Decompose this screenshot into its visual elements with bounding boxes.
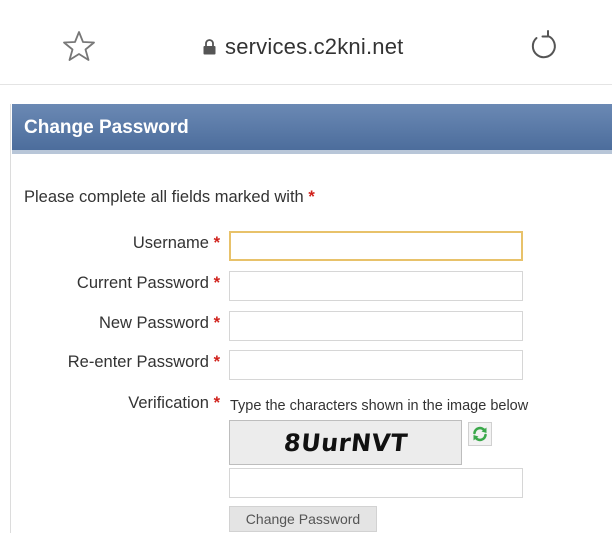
required-marker: *	[213, 314, 220, 332]
captcha-refresh-button[interactable]	[468, 422, 492, 446]
verification-label: Verification *	[128, 394, 220, 413]
page-divider	[10, 104, 11, 533]
reload-icon[interactable]	[527, 28, 559, 62]
browser-address-bar: services.c2kni.net	[0, 0, 612, 85]
current-password-label: Current Password *	[77, 274, 220, 293]
instructions-text: Please complete all fields marked with	[24, 188, 304, 206]
captcha-text: 8UurNVT	[282, 428, 409, 457]
username-label-text: Username	[132, 234, 209, 252]
required-marker: *	[213, 353, 220, 371]
url-display[interactable]: services.c2kni.net	[203, 32, 403, 62]
reenter-password-label: Re-enter Password *	[68, 353, 220, 372]
page-header: Change Password	[12, 104, 612, 154]
new-password-label: New Password *	[99, 314, 220, 333]
form-instructions: Please complete all fields marked with *	[24, 188, 315, 207]
lock-icon	[203, 39, 216, 55]
username-input[interactable]	[229, 231, 523, 261]
current-password-label-text: Current Password	[76, 274, 209, 292]
url-text: services.c2kni.net	[225, 34, 404, 59]
username-label: Username *	[133, 234, 220, 253]
required-marker: *	[213, 274, 220, 292]
refresh-icon	[473, 426, 487, 442]
captcha-image: 8UurNVT	[229, 420, 462, 465]
reenter-password-input[interactable]	[229, 350, 523, 380]
change-password-button[interactable]: Change Password	[229, 506, 377, 532]
new-password-input[interactable]	[229, 311, 523, 341]
star-icon[interactable]	[62, 29, 96, 63]
verification-label-text: Verification	[128, 394, 209, 412]
required-marker: *	[213, 394, 220, 412]
current-password-input[interactable]	[229, 271, 523, 301]
required-marker: *	[308, 188, 315, 206]
page-title: Change Password	[24, 117, 189, 138]
new-password-label-text: New Password	[98, 314, 209, 332]
reenter-password-label-text: Re-enter Password	[67, 353, 209, 371]
verification-input[interactable]	[229, 468, 523, 498]
required-marker: *	[213, 234, 220, 252]
verification-hint: Type the characters shown in the image b…	[230, 398, 529, 414]
